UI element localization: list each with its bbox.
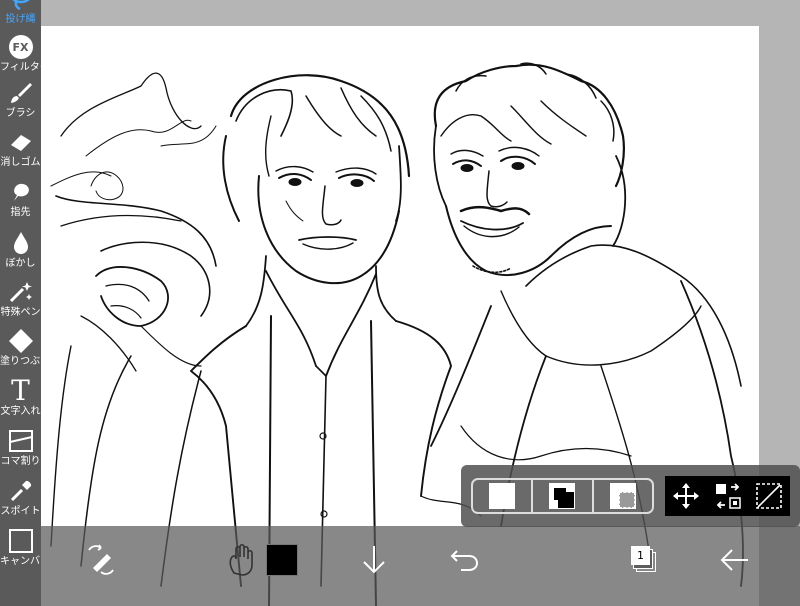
- fill-icon: [8, 328, 34, 354]
- tool-frame-divider[interactable]: コマ割り: [0, 414, 41, 468]
- lasso-icon: [8, 0, 34, 12]
- select-all-button[interactable]: [748, 476, 790, 516]
- tool-eyedropper[interactable]: スポイト: [0, 464, 41, 518]
- selection-deselect-button[interactable]: [594, 480, 652, 512]
- brush-icon: [8, 80, 34, 106]
- undo-button[interactable]: [444, 540, 484, 580]
- move-button[interactable]: [665, 476, 707, 516]
- tool-label: キャンバス: [0, 556, 41, 567]
- layer-count: 1: [631, 546, 650, 565]
- redo-icon: [540, 550, 569, 571]
- select-all-icon: [756, 483, 782, 509]
- eraser-icon: [8, 129, 34, 155]
- fx-icon: FX: [8, 34, 34, 60]
- hand-icon: [229, 543, 253, 576]
- selection-panel: [461, 465, 800, 527]
- selection-clear-icon: [489, 483, 516, 509]
- transform-icon: [88, 544, 114, 575]
- eyedropper-icon: [8, 478, 34, 504]
- special-pen-icon: [8, 279, 34, 305]
- layers-icon: 1: [631, 545, 659, 575]
- selection-deselect-icon: [609, 483, 636, 509]
- download-icon: [363, 546, 385, 574]
- tool-eraser[interactable]: 消しゴム: [0, 115, 41, 169]
- layers-button[interactable]: 1: [625, 540, 665, 580]
- bottom-toolbar: 1: [41, 526, 800, 606]
- transform-select-icon: [715, 483, 741, 509]
- tool-rail: 投げ縄 FX フィルター ブラシ 消しゴム 指先 ぼかし: [0, 0, 41, 606]
- tool-text[interactable]: T 文字入れ: [0, 364, 41, 418]
- selection-tools-group: [665, 476, 790, 516]
- canvas-icon: [8, 528, 34, 554]
- selection-mode-group: [471, 478, 654, 514]
- undo-icon: [450, 550, 479, 571]
- back-arrow-icon: [720, 549, 748, 571]
- transform-select-button[interactable]: [707, 476, 749, 516]
- download-button[interactable]: [354, 540, 394, 580]
- tool-canvas[interactable]: キャンバス: [0, 514, 41, 568]
- current-color-swatch: [266, 544, 298, 576]
- tool-blur[interactable]: ぼかし: [0, 216, 41, 270]
- transform-button[interactable]: [81, 540, 121, 580]
- selection-invert-button[interactable]: [531, 480, 594, 512]
- selection-invert-icon: [549, 483, 576, 509]
- redo-button[interactable]: [535, 540, 575, 580]
- text-icon: T: [11, 374, 30, 407]
- tool-finger[interactable]: 指先: [0, 165, 41, 219]
- tool-special-pen[interactable]: 特殊ペン: [0, 265, 41, 319]
- move-icon: [672, 483, 699, 509]
- tool-brush[interactable]: ブラシ: [0, 66, 41, 120]
- finger-icon: [8, 179, 34, 205]
- selection-clear-button[interactable]: [473, 480, 531, 512]
- frame-divider-icon: [8, 428, 34, 454]
- tool-fill[interactable]: 塗りつぶし: [0, 314, 41, 368]
- back-button[interactable]: [715, 540, 755, 580]
- blur-icon: [8, 230, 34, 256]
- hand-button[interactable]: [221, 540, 261, 580]
- color-swatch-button[interactable]: [262, 540, 302, 580]
